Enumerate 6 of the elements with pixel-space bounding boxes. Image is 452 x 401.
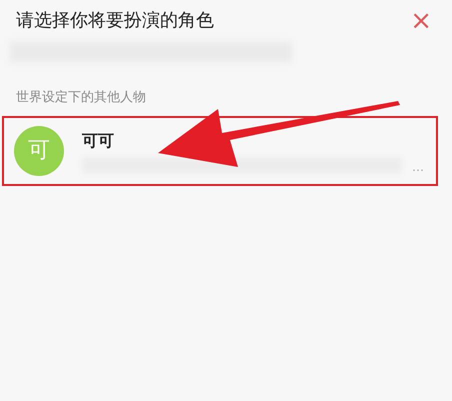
character-item[interactable]: 可 可可 … [4,118,436,184]
dialog-title: 请选择你将要扮演的角色 [16,10,214,32]
section-label: 世界设定下的其他人物 [16,89,147,107]
ellipsis-text: … [412,160,424,172]
avatar: 可 [14,126,64,176]
character-name: 可可 [82,130,115,152]
